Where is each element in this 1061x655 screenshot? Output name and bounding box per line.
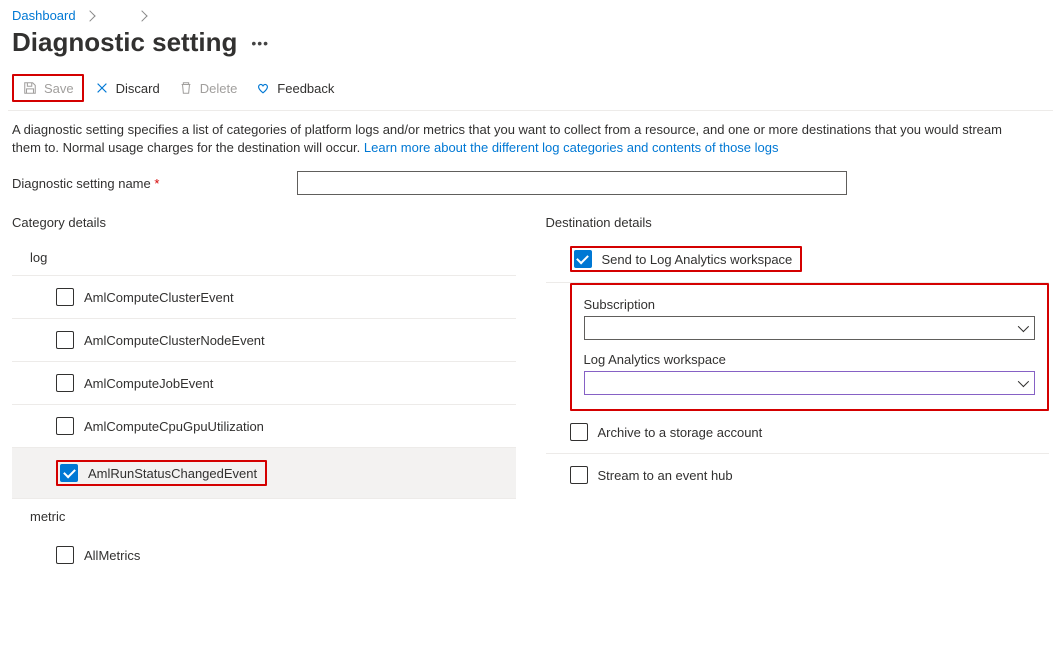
checkbox-archive[interactable] bbox=[570, 423, 588, 441]
log-analytics-panel: Subscription Log Analytics workspace bbox=[570, 283, 1050, 411]
send-la-label: Send to Log Analytics workspace bbox=[602, 252, 793, 267]
save-icon bbox=[22, 80, 38, 96]
log-label: AmlComputeCpuGpuUtilization bbox=[84, 419, 264, 434]
log-row-amlrunstatuschangedevent: AmlRunStatusChangedEvent bbox=[12, 448, 516, 499]
log-label: AmlComputeClusterEvent bbox=[84, 290, 234, 305]
close-icon bbox=[94, 80, 110, 96]
subscription-label: Subscription bbox=[584, 295, 1036, 316]
learn-more-link[interactable]: Learn more about the different log categ… bbox=[364, 140, 779, 155]
save-label: Save bbox=[44, 81, 74, 96]
destination-heading: Destination details bbox=[546, 209, 1050, 240]
feedback-button[interactable]: Feedback bbox=[247, 76, 342, 100]
checkbox[interactable] bbox=[56, 546, 74, 564]
metric-heading: metric bbox=[12, 499, 516, 534]
category-heading: Category details bbox=[12, 209, 516, 240]
checkbox[interactable] bbox=[60, 464, 78, 482]
feedback-label: Feedback bbox=[277, 81, 334, 96]
archive-label: Archive to a storage account bbox=[598, 425, 763, 440]
metric-label: AllMetrics bbox=[84, 548, 140, 563]
delete-label: Delete bbox=[200, 81, 238, 96]
breadcrumb: Dashboard bbox=[8, 4, 1053, 25]
metric-row-allmetrics: AllMetrics bbox=[12, 534, 516, 576]
checkbox-eventhub[interactable] bbox=[570, 466, 588, 484]
checkbox[interactable] bbox=[56, 417, 74, 435]
subscription-select[interactable] bbox=[584, 316, 1036, 340]
chevron-down-icon bbox=[1018, 321, 1029, 332]
title-row: Diagnostic setting ••• bbox=[8, 25, 1053, 72]
delete-icon bbox=[178, 80, 194, 96]
destination-details: Destination details Send to Log Analytic… bbox=[546, 209, 1050, 576]
chevron-right-icon bbox=[84, 10, 95, 21]
workspace-select[interactable] bbox=[584, 371, 1036, 395]
checkbox[interactable] bbox=[56, 331, 74, 349]
save-button[interactable]: Save bbox=[14, 76, 82, 100]
log-row-amlcomputeclusternodeevent: AmlComputeClusterNodeEvent bbox=[12, 319, 516, 362]
more-icon[interactable]: ••• bbox=[251, 35, 269, 51]
log-row-amlcomputecpugpuutilization: AmlComputeCpuGpuUtilization bbox=[12, 405, 516, 448]
workspace-label: Log Analytics workspace bbox=[584, 350, 1036, 371]
dest-row-eventhub: Stream to an event hub bbox=[546, 454, 1050, 496]
heart-icon bbox=[255, 80, 271, 96]
chevron-down-icon bbox=[1018, 376, 1029, 387]
eventhub-label: Stream to an event hub bbox=[598, 468, 733, 483]
log-heading: log bbox=[12, 240, 516, 276]
checkbox-send-la[interactable] bbox=[574, 250, 592, 268]
checkbox[interactable] bbox=[56, 288, 74, 306]
checkbox[interactable] bbox=[56, 374, 74, 392]
description: A diagnostic setting specifies a list of… bbox=[8, 111, 1028, 161]
log-label: AmlComputeClusterNodeEvent bbox=[84, 333, 265, 348]
required-asterisk: * bbox=[154, 176, 159, 191]
setting-name-row: Diagnostic setting name * bbox=[8, 161, 1053, 205]
setting-name-input[interactable] bbox=[297, 171, 847, 195]
discard-button[interactable]: Discard bbox=[86, 76, 168, 100]
discard-label: Discard bbox=[116, 81, 160, 96]
log-label: AmlComputeJobEvent bbox=[84, 376, 213, 391]
category-details: Category details log AmlComputeClusterEv… bbox=[12, 209, 516, 576]
log-row-amlcomputeclusterevent: AmlComputeClusterEvent bbox=[12, 276, 516, 319]
dest-row-archive: Archive to a storage account bbox=[546, 411, 1050, 454]
chevron-right-icon bbox=[136, 10, 147, 21]
toolbar: Save Discard Delete Feedback bbox=[8, 72, 1053, 111]
log-row-amlcomputejobevent: AmlComputeJobEvent bbox=[12, 362, 516, 405]
breadcrumb-dashboard[interactable]: Dashboard bbox=[12, 8, 76, 23]
log-label: AmlRunStatusChangedEvent bbox=[88, 466, 257, 481]
setting-name-label: Diagnostic setting name * bbox=[12, 176, 277, 191]
page-title: Diagnostic setting bbox=[12, 27, 237, 58]
delete-button[interactable]: Delete bbox=[170, 76, 246, 100]
